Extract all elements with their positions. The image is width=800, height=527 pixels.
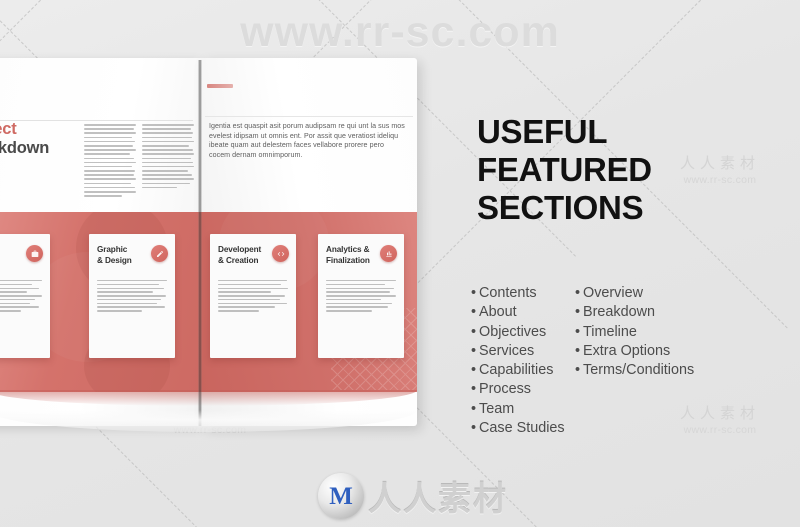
service-card-title: Developent & Creation — [218, 245, 262, 265]
bullet-dot: • — [575, 342, 581, 359]
bullet-dot: • — [471, 285, 477, 301]
list-item: • About — [471, 303, 575, 322]
bullet-dot: • — [471, 304, 477, 321]
bullet-dot: • — [471, 362, 477, 379]
bullet-dot: • — [471, 381, 477, 398]
page-title: USEFUL FEATURED SECTIONS — [477, 113, 777, 227]
screenshot-canvas: www.rr-sc.com 人人素材 www.rr-sc.com 人人素材 ww… — [0, 0, 800, 527]
brochure-spine — [198, 60, 202, 426]
bullet-dot: • — [575, 304, 581, 321]
list-item: • Overview — [575, 284, 775, 303]
service-card-body — [97, 280, 167, 314]
brochure-text-column — [142, 124, 194, 191]
logo-mark-icon: M — [318, 473, 364, 519]
page-rule — [205, 116, 413, 117]
service-card-title: Graphic & Design — [97, 245, 132, 265]
headline-line-3: SECTIONS — [477, 189, 644, 226]
bullet-dot: • — [575, 285, 581, 301]
logo-text: 人人素材 — [368, 480, 508, 517]
service-card-body — [218, 280, 288, 314]
service-card-title: & — [0, 244, 24, 255]
bullet-dot: • — [575, 362, 581, 379]
brochure-paragraph: Igentia est quaspit asit porum audipsam … — [209, 122, 405, 159]
list-item: • Process — [471, 380, 575, 399]
brochure-bottom-curl — [0, 410, 417, 432]
list-item: • Objectives — [471, 323, 575, 342]
service-card: Analytics & Finalization — [318, 234, 404, 358]
service-card: Graphic & Design — [89, 234, 175, 358]
list-item: • Services — [471, 342, 575, 361]
site-logo: M 人人素材 — [318, 470, 518, 522]
list-item: • Breakdown — [575, 303, 775, 322]
headline-line-2: FEATURED — [477, 151, 652, 188]
list-item: • Case Studies — [471, 419, 575, 438]
watermark-primary: www.rr-sc.com — [240, 8, 560, 56]
briefcase-icon — [26, 245, 43, 262]
brochure-mockup: Project Breakdown — [0, 58, 420, 432]
feature-list-right: • Overview • Breakdown • Timeline • Extra Op… — [575, 284, 775, 438]
list-item: • Timeline — [575, 323, 775, 342]
feature-list-left: • Contents • About • Objectives • Services •… — [471, 284, 575, 438]
bullet-dot: • — [575, 323, 581, 340]
service-card-body — [0, 280, 42, 314]
code-icon — [272, 245, 289, 262]
brochure-header-label — [207, 84, 233, 88]
bullet-dot: • — [471, 420, 477, 437]
bullet-dot: • — [471, 342, 477, 359]
brochure-text-column — [84, 124, 136, 199]
service-card-title: Analytics & Finalization — [326, 245, 370, 265]
list-item: • Capabilities — [471, 361, 575, 380]
feature-lists: • Contents • About • Objectives • Services •… — [471, 284, 781, 438]
list-item: • Extra Options — [575, 342, 775, 361]
service-card: Developent & Creation — [210, 234, 296, 358]
bullet-dot: • — [471, 400, 477, 417]
pen-icon — [151, 245, 168, 262]
headline-line-1: USEFUL — [477, 113, 608, 150]
service-card: & — [0, 234, 50, 358]
service-card-body — [326, 280, 396, 314]
chart-icon — [380, 245, 397, 262]
list-item: • Team — [471, 400, 575, 419]
bullet-dot: • — [471, 323, 477, 340]
list-item: • Terms/Conditions — [575, 361, 775, 380]
list-item: • Contents — [471, 284, 575, 303]
